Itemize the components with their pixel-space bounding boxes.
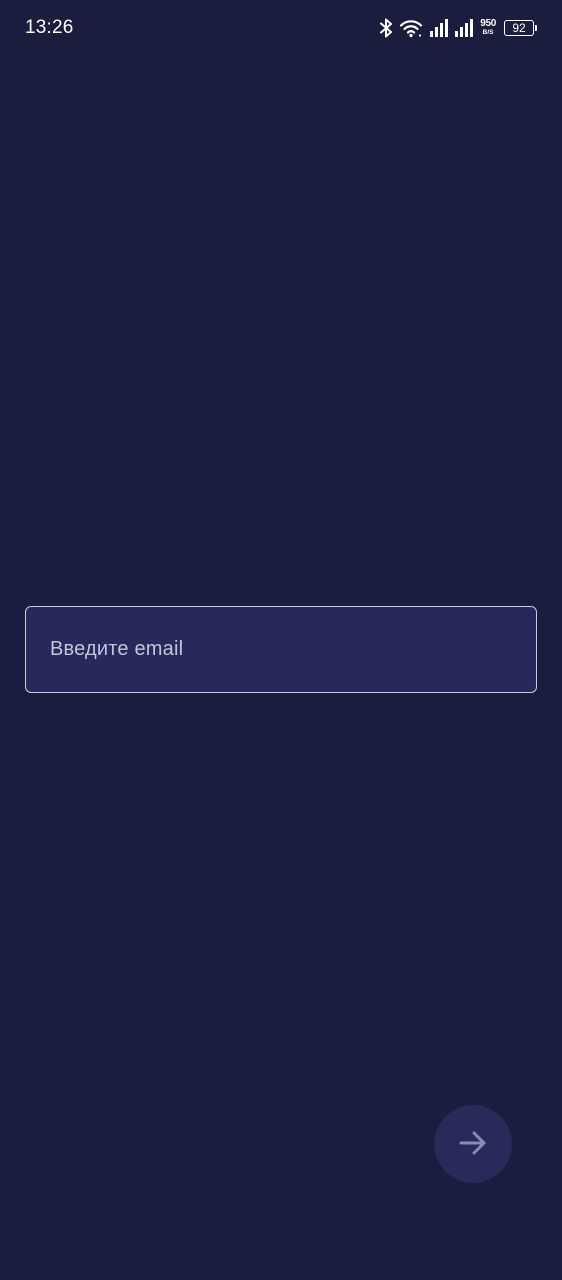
email-input[interactable] [50,638,512,661]
login-screen: 13:26 950 B/S 92 Введите email [0,0,562,1280]
email-field[interactable] [25,606,537,693]
signal-icon [454,19,474,37]
network-speed-value: 950 [480,18,496,30]
wifi-icon [399,18,423,38]
signal-icon [429,19,449,37]
bluetooth-icon [379,18,393,38]
network-speed: 950 B/S [480,19,496,37]
status-bar: 13:26 950 B/S 92 [0,0,562,56]
status-time: 13:26 [25,17,74,38]
battery-icon: 92 [504,20,537,36]
arrow-right-icon [458,1128,488,1161]
next-button[interactable] [434,1105,512,1183]
status-icons: 950 B/S 92 [379,17,537,39]
battery-level: 92 [504,20,534,36]
network-speed-unit: B/S [482,29,494,37]
